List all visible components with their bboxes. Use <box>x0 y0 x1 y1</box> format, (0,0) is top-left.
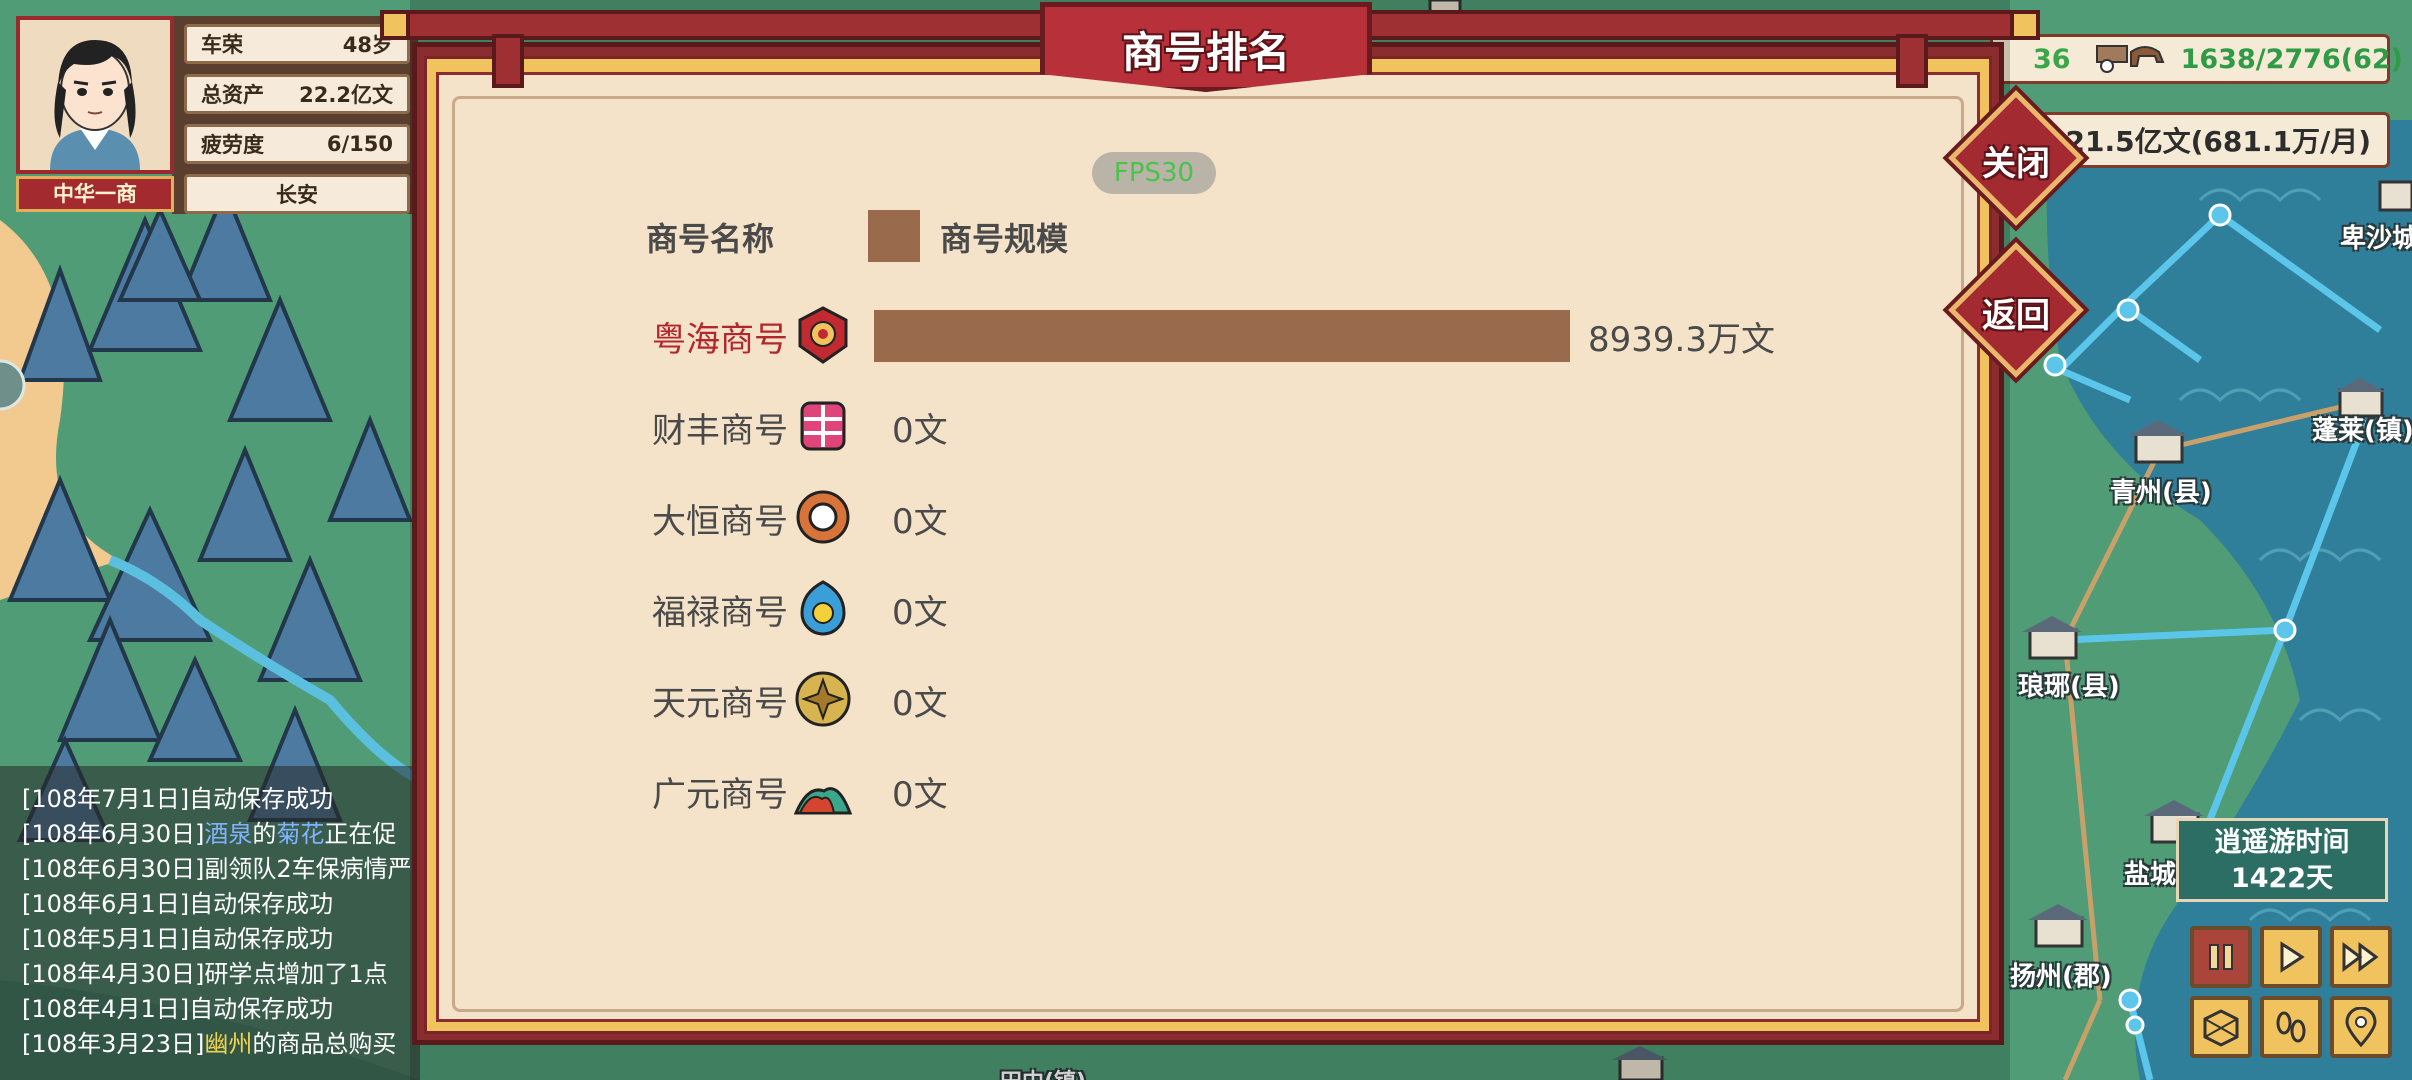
beam-cap-left <box>380 10 410 40</box>
horse-cart-icon <box>2095 38 2167 81</box>
blue-gem-icon <box>794 579 852 637</box>
footprints-icon <box>2276 1011 2306 1043</box>
close-button[interactable]: 关闭 <box>1961 136 2071 185</box>
pause-icon <box>2209 944 2233 970</box>
legend-swatch <box>868 210 920 262</box>
scale-value-label: 0文 <box>892 775 948 815</box>
company-name: 广元商号 <box>652 775 788 815</box>
company-name: 天元商号 <box>652 684 788 724</box>
play-icon <box>2280 941 2305 973</box>
town-label-penglai[interactable]: 蓬莱(镇) <box>2312 410 2412 447</box>
map-button[interactable] <box>2190 996 2252 1058</box>
player-portrait[interactable] <box>16 16 174 174</box>
caravan-count: 1638/2776(62) <box>2180 43 2403 75</box>
money-bar[interactable]: 21.5亿文(681.1万/月) <box>2040 112 2390 168</box>
pause-button[interactable] <box>2190 926 2252 988</box>
scale-value-label: 0文 <box>892 411 948 451</box>
mountain-icon <box>793 761 853 819</box>
play-button[interactable] <box>2260 926 2322 988</box>
map-icon <box>2203 1009 2239 1047</box>
town-label-yangzhou[interactable]: 扬州(郡) <box>2010 956 2112 993</box>
company-name: 财丰商号 <box>652 411 788 451</box>
beam-pillar-right <box>1896 34 1928 88</box>
log-line: [108年6月30日]副领队2车保病情严 <box>22 855 412 883</box>
beam-pillar-left <box>492 34 524 88</box>
travel-time-label: 逍遥游时间 <box>2214 827 2350 858</box>
resource-partial-value: 36 <box>2033 43 2071 75</box>
column-header-name: 商号名称 <box>646 220 775 258</box>
money-value: 21.5亿文(681.1万/月) <box>2065 125 2371 158</box>
seal-icon <box>794 306 852 364</box>
fatigue-value: 6/150 <box>326 132 393 156</box>
scale-value-label: 0文 <box>892 593 948 633</box>
company-name: 福禄商号 <box>652 593 788 633</box>
event-log[interactable]: [108年7月1日]自动保存成功 [108年6月30日]酒泉的菊花正在促 [10… <box>22 782 422 1062</box>
log-line: [108年6月30日]酒泉的菊花正在促 <box>22 820 397 848</box>
assets-row: 总资产 22.2亿文 <box>184 74 410 114</box>
location-pin-icon <box>2345 1007 2377 1047</box>
scale-value-label: 0文 <box>892 684 948 724</box>
location-button[interactable] <box>2330 996 2392 1058</box>
log-line: [108年7月1日]自动保存成功 <box>22 785 334 813</box>
ring-icon <box>794 488 852 546</box>
log-line: [108年5月1日]自动保存成功 <box>22 925 334 953</box>
footprints-button[interactable] <box>2260 996 2322 1058</box>
town-label-qingzhou[interactable]: 青州(县) <box>2110 472 2212 509</box>
log-line: [108年3月23日]幽州的商品总购买 <box>22 1030 397 1058</box>
player-title-badge: 中华一商 <box>16 176 174 212</box>
scale-value-label: 8939.3万文 <box>1588 320 1775 360</box>
current-city[interactable]: 长安 <box>184 174 410 214</box>
town-label-beisha[interactable]: 卑沙城 <box>2340 218 2412 255</box>
fatigue-row: 疲劳度 6/150 <box>184 124 410 164</box>
town-label-langya[interactable]: 琅琊(县) <box>2018 666 2120 703</box>
travel-time-box: 逍遥游时间 1422天 <box>2176 818 2388 902</box>
dialog-title: 商号排名 <box>1121 28 1290 77</box>
dialog-title-banner: 商号排名 <box>1040 2 1372 92</box>
scale-value-label: 0文 <box>892 502 948 542</box>
travel-time-value: 1422天 <box>2230 863 2334 894</box>
town-label-yancheng[interactable]: 盐城 <box>2124 854 2176 891</box>
legend-label: 商号规模 <box>940 220 1069 258</box>
company-name: 大恒商号 <box>652 502 788 542</box>
back-button[interactable]: 返回 <box>1961 288 2071 337</box>
avatar <box>20 20 170 170</box>
log-line: [108年6月1日]自动保存成功 <box>22 890 334 918</box>
caravan-bar[interactable]: 36 1638/2776(62) <box>1990 34 2403 84</box>
player-name-row: 车荣 48岁 <box>184 24 410 64</box>
fatigue-label: 疲劳度 <box>201 133 264 157</box>
beam-cap-right <box>2010 10 2040 40</box>
log-line: [108年4月1日]自动保存成功 <box>22 995 334 1023</box>
player-name: 车荣 <box>201 33 243 57</box>
scale-bar <box>874 310 1570 362</box>
fast-forward-button[interactable] <box>2330 926 2392 988</box>
coin-ribbon-icon <box>794 397 852 455</box>
assets-label: 总资产 <box>201 83 264 107</box>
gold-medallion-icon <box>794 670 852 728</box>
company-name: 粤海商号 <box>652 320 788 360</box>
fast-forward-icon <box>2342 942 2379 972</box>
fps-counter: FPS30 <box>1092 152 1216 194</box>
assets-value: 22.2亿文 <box>299 83 393 107</box>
log-line: [108年4月30日]研学点增加了1点 <box>22 960 388 988</box>
